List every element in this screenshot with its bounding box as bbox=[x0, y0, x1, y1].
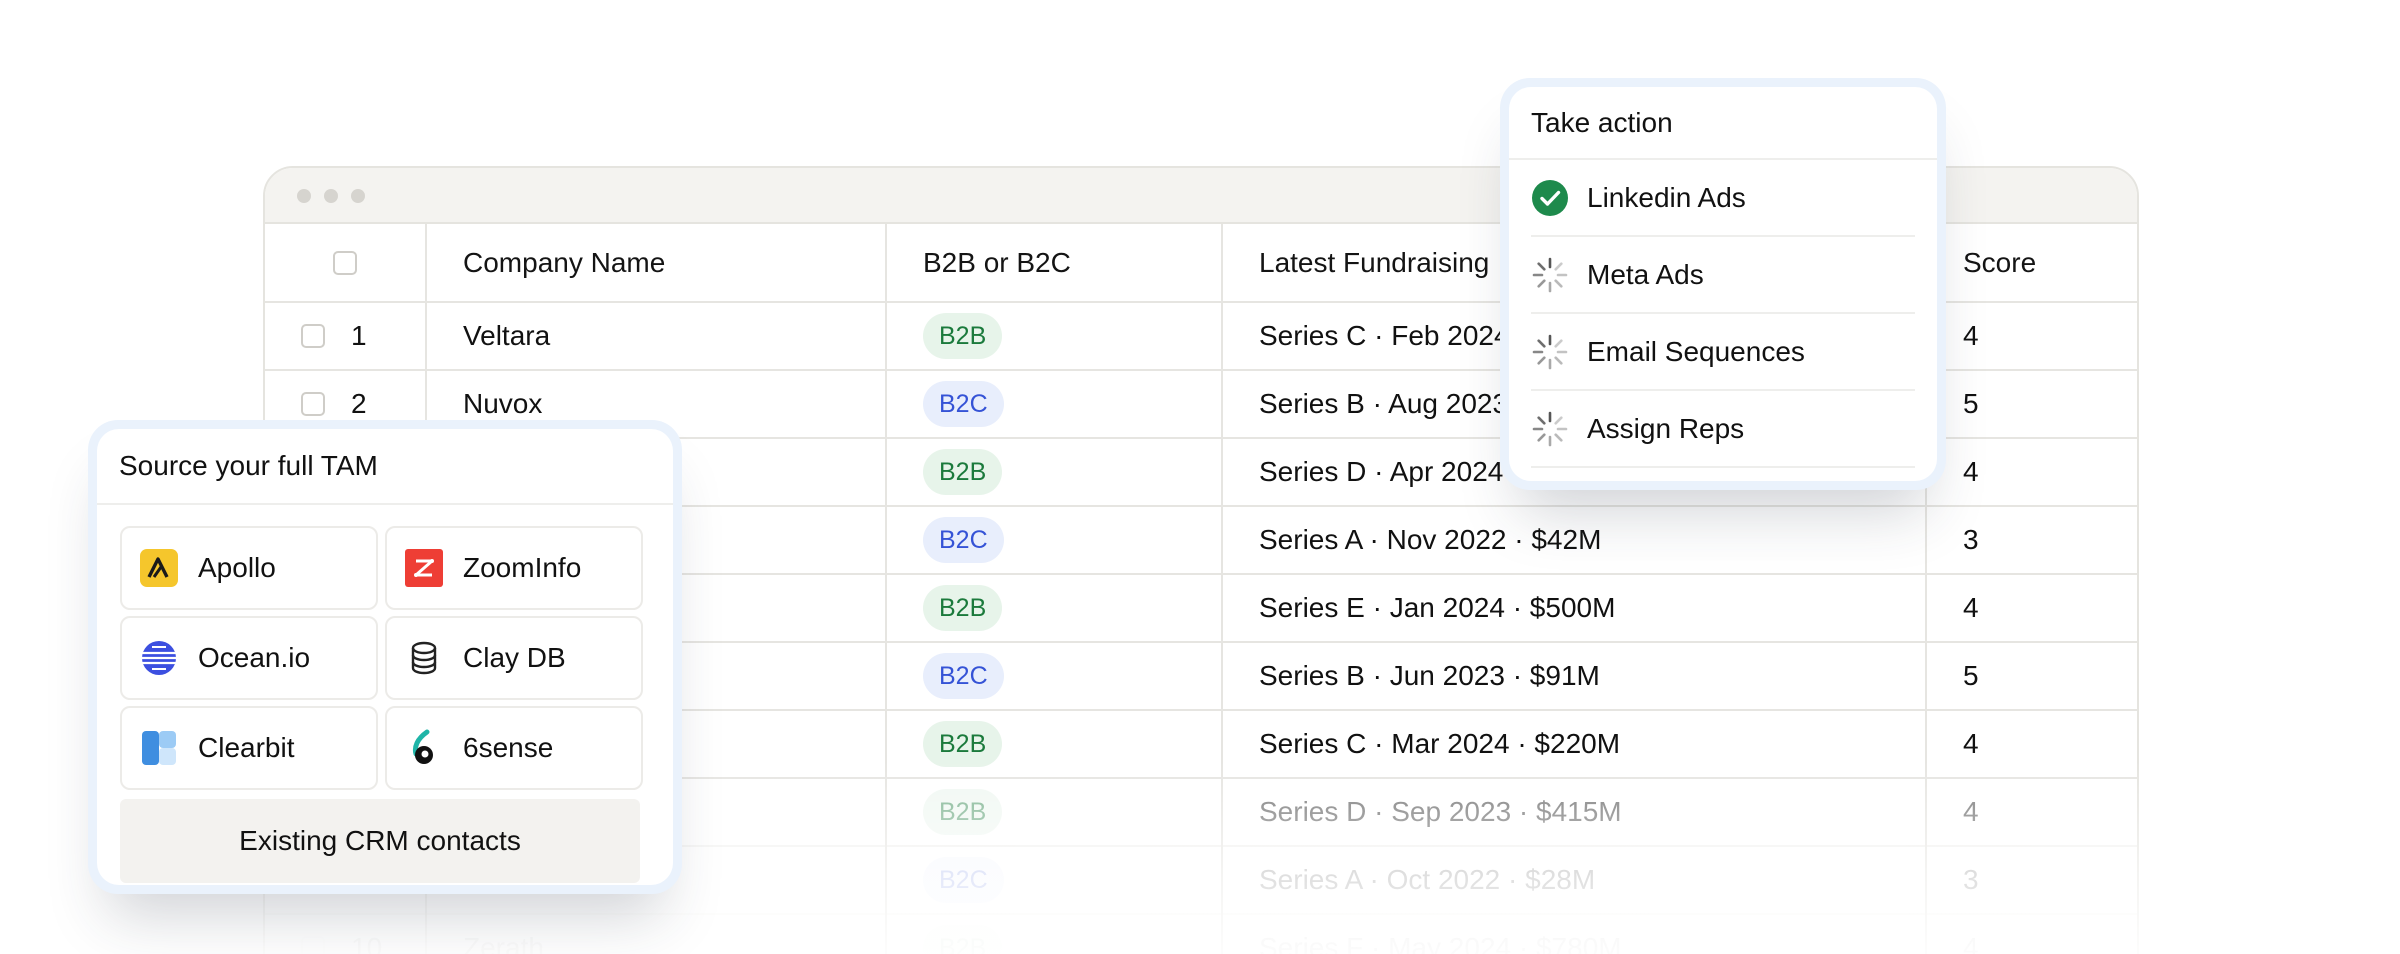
fundraising-cell: Series B · Jun 2023 · $91M bbox=[1259, 660, 1600, 691]
type-badge: B2B bbox=[923, 313, 1003, 359]
provider-label: 6sense bbox=[463, 732, 554, 763]
take-action-panel: Take action Linkedin Ads Meta Ads Email … bbox=[1500, 78, 1946, 490]
row-number: 1 bbox=[351, 320, 367, 351]
fundraising-cell: Series F · May 2024 · $780M bbox=[1259, 932, 1622, 954]
provider-tile-zoominfo[interactable]: ZoomInfo bbox=[385, 526, 643, 610]
provider-label: Apollo bbox=[198, 552, 276, 583]
score-cell: 4 bbox=[1963, 456, 1979, 487]
provider-tile-apollo[interactable]: Apollo bbox=[120, 526, 378, 610]
score-cell: 5 bbox=[1963, 660, 1979, 691]
ocean-logo-icon bbox=[140, 639, 178, 677]
6sense-logo-icon bbox=[405, 729, 443, 767]
spinner-icon bbox=[1531, 410, 1569, 448]
row-checkbox[interactable] bbox=[301, 324, 325, 348]
action-label: Assign Reps bbox=[1587, 412, 1745, 444]
score-cell: 5 bbox=[1963, 388, 1979, 419]
type-badge: B2C bbox=[923, 653, 1004, 699]
row-checkbox[interactable] bbox=[301, 936, 325, 954]
score-cell: 4 bbox=[1963, 592, 1979, 623]
window-dot bbox=[324, 189, 338, 203]
table-row[interactable]: 10 Zerath B2B Series F · May 2024 · $780… bbox=[265, 915, 2137, 954]
spinner-icon bbox=[1531, 256, 1569, 294]
check-circle-icon bbox=[1531, 179, 1569, 217]
provider-tile-ocean[interactable]: Ocean.io bbox=[120, 616, 378, 700]
row-number: 10 bbox=[351, 932, 383, 954]
score-cell: 3 bbox=[1963, 524, 1979, 555]
company-name: Zerath bbox=[463, 932, 544, 954]
fundraising-cell: Series D · Sep 2023 · $415M bbox=[1259, 796, 1622, 827]
column-header-company[interactable]: Company Name bbox=[427, 224, 887, 301]
score-cell: 4 bbox=[1963, 796, 1979, 827]
provider-tile-6sense[interactable]: 6sense bbox=[385, 706, 643, 790]
score-cell: 3 bbox=[1963, 864, 1979, 895]
source-tam-title: Source your full TAM bbox=[97, 429, 673, 505]
existing-crm-contacts-button[interactable]: Existing CRM contacts bbox=[120, 799, 640, 883]
action-label: Meta Ads bbox=[1587, 258, 1704, 290]
type-badge: B2B bbox=[923, 449, 1003, 495]
action-item-assign-reps[interactable]: Assign Reps bbox=[1531, 391, 1915, 468]
type-badge: B2B bbox=[923, 925, 1003, 954]
type-badge: B2C bbox=[923, 857, 1004, 903]
take-action-title: Take action bbox=[1509, 87, 1937, 160]
column-header-type[interactable]: B2B or B2C bbox=[887, 224, 1223, 301]
provider-label: Clay DB bbox=[463, 642, 566, 673]
type-badge: B2B bbox=[923, 585, 1003, 631]
window-dot bbox=[297, 189, 311, 203]
type-badge: B2C bbox=[923, 517, 1004, 563]
score-cell: 4 bbox=[1963, 320, 1979, 351]
row-number: 2 bbox=[351, 388, 367, 419]
row-checkbox[interactable] bbox=[301, 392, 325, 416]
score-cell: 4 bbox=[1963, 932, 1979, 954]
provider-label: ZoomInfo bbox=[463, 552, 582, 583]
type-badge: B2B bbox=[923, 721, 1003, 767]
provider-tile-clearbit[interactable]: Clearbit bbox=[120, 706, 378, 790]
action-item-linkedin-ads[interactable]: Linkedin Ads bbox=[1531, 160, 1915, 237]
score-cell: 4 bbox=[1963, 728, 1979, 759]
action-label: Linkedin Ads bbox=[1587, 181, 1746, 213]
fundraising-cell: Series A · Nov 2022 · $42M bbox=[1259, 524, 1602, 555]
apollo-logo-icon bbox=[140, 549, 178, 587]
company-name: Veltara bbox=[463, 320, 551, 351]
fundraising-cell: Series E · Jan 2024 · $500M bbox=[1259, 592, 1616, 623]
provider-label: Ocean.io bbox=[198, 642, 311, 673]
window-dot bbox=[351, 189, 365, 203]
fundraising-cell: Series C · Mar 2024 · $220M bbox=[1259, 728, 1621, 759]
column-header-score[interactable]: Score bbox=[1927, 224, 2137, 301]
type-badge: B2C bbox=[923, 381, 1004, 427]
type-badge: B2B bbox=[923, 789, 1003, 835]
provider-tile-clay-db[interactable]: Clay DB bbox=[385, 616, 643, 700]
action-label: Email Sequences bbox=[1587, 335, 1805, 367]
provider-label: Clearbit bbox=[198, 732, 295, 763]
spinner-icon bbox=[1531, 333, 1569, 371]
clearbit-logo-icon bbox=[140, 729, 178, 767]
action-item-meta-ads[interactable]: Meta Ads bbox=[1531, 237, 1915, 314]
fundraising-cell: Series A · Oct 2022 · $28M bbox=[1259, 864, 1596, 895]
database-icon bbox=[405, 639, 443, 677]
zoominfo-logo-icon bbox=[405, 549, 443, 587]
action-item-email-sequences[interactable]: Email Sequences bbox=[1531, 314, 1915, 391]
source-tam-panel: Source your full TAM Apollo ZoomInfo Oce… bbox=[88, 420, 682, 894]
select-all-checkbox[interactable] bbox=[333, 250, 357, 275]
